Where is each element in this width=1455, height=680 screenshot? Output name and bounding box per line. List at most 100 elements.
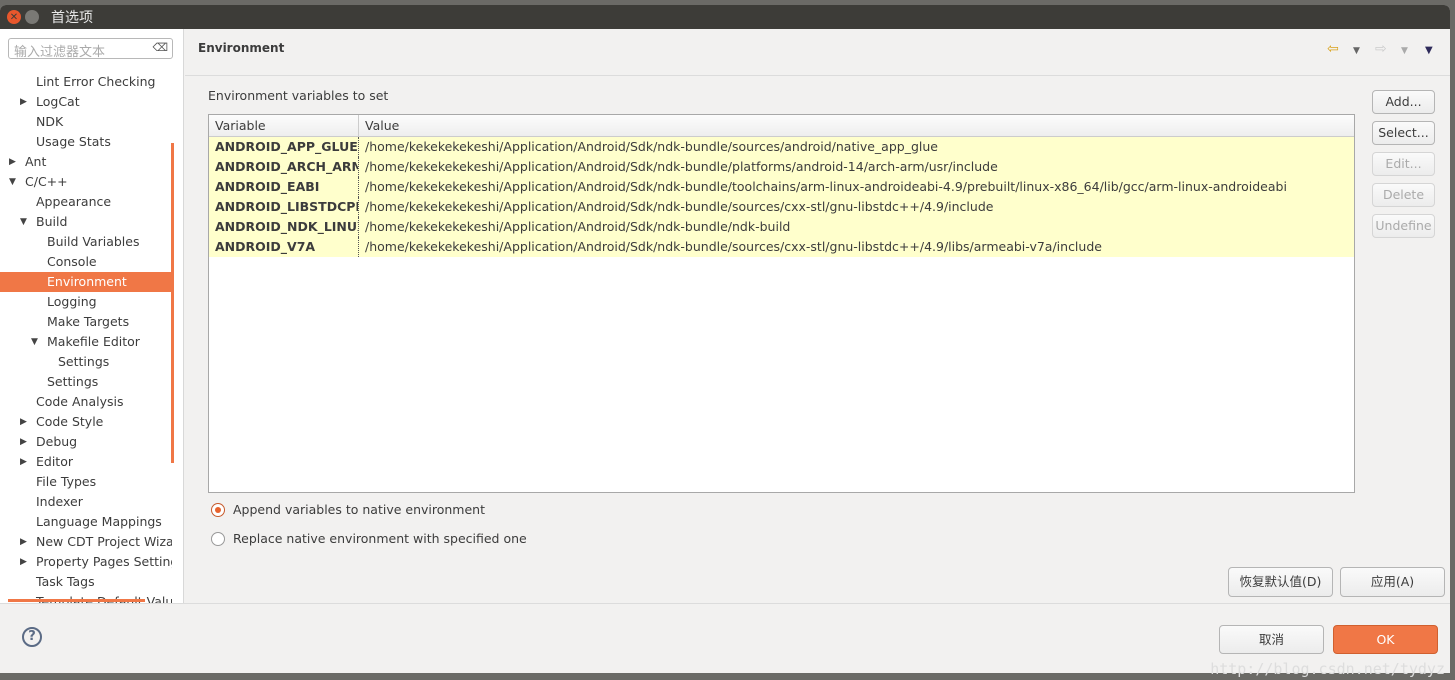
value-cell: /home/kekekekekeshi/Application/Android/… — [365, 219, 791, 234]
value-cell: /home/kekekekekeshi/Application/Android/… — [365, 199, 994, 214]
tree-item-label: Debug — [36, 434, 78, 449]
tree-item-label: File Types — [36, 474, 97, 489]
value-cell: /home/kekekekekeshi/Application/Android/… — [365, 139, 938, 154]
expand-arrow-icon[interactable]: ▼ — [9, 172, 16, 192]
tree-item-label: Lint Error Checking — [36, 74, 156, 89]
replace-radio-label: Replace native environment with specifie… — [233, 531, 527, 546]
tree-item-label: Build — [36, 214, 68, 229]
select-button[interactable]: Select... — [1372, 121, 1435, 145]
tree-item[interactable]: ▶ New CDT Project Wizard — [0, 532, 172, 552]
tree-item[interactable]: ▶ Debug — [0, 432, 172, 452]
table-row[interactable]: ANDROID_ARCH_ARM/home/kekekekekeshi/Appl… — [209, 157, 1354, 177]
replace-radio[interactable]: Replace native environment with specifie… — [211, 531, 527, 546]
collapse-arrow-icon[interactable]: ▶ — [20, 532, 27, 552]
collapse-arrow-icon[interactable]: ▶ — [20, 92, 27, 112]
variable-cell: ANDROID_NDK_LINUX — [209, 217, 359, 237]
tree-item-label: New CDT Project Wizard — [36, 534, 172, 549]
view-menu-icon[interactable]: ▼ — [1425, 45, 1433, 56]
tree-item-label: C/C++ — [25, 174, 68, 189]
collapse-arrow-icon[interactable]: ▶ — [9, 152, 16, 172]
tree-item[interactable]: Console — [0, 252, 172, 272]
horizontal-scrollbar[interactable] — [8, 599, 145, 602]
delete-button[interactable]: Delete — [1372, 183, 1435, 207]
ok-button[interactable]: OK — [1333, 625, 1438, 654]
preferences-dialog: ✕ 首选项 输入过滤器文本 ⌫ Lint Error Checking ▶ LogCa… — [0, 5, 1450, 673]
tree-item-label: Environment — [47, 274, 127, 289]
column-value[interactable]: Value — [359, 115, 405, 136]
forward-dropdown-icon[interactable]: ▼ — [1401, 46, 1408, 56]
tree-item[interactable]: Build Variables — [0, 232, 172, 252]
undefine-button[interactable]: Undefine — [1372, 214, 1435, 238]
collapse-arrow-icon[interactable]: ▶ — [20, 552, 27, 572]
tree-item[interactable]: Settings — [0, 372, 172, 392]
tree-item[interactable]: Appearance — [0, 192, 172, 212]
tree-item-label: Appearance — [36, 194, 112, 209]
tree-item[interactable]: Make Targets — [0, 312, 172, 332]
table-label: Environment variables to set — [208, 88, 389, 103]
tree-item-label: Usage Stats — [36, 134, 111, 149]
tree-item-label: Indexer — [36, 494, 83, 509]
table-row[interactable]: ANDROID_LIBSTDCPP/home/kekekekekeshi/App… — [209, 197, 1354, 217]
tree-item[interactable]: Settings — [0, 352, 172, 372]
tree-item[interactable]: ▶ Code Style — [0, 412, 172, 432]
table-row[interactable]: ANDROID_V7A/home/kekekekekeshi/Applicati… — [209, 237, 1354, 257]
collapse-arrow-icon[interactable]: ▶ — [20, 412, 27, 432]
apply-button[interactable]: 应用(A) — [1340, 567, 1445, 597]
table-row[interactable]: ANDROID_APP_GLUE/home/kekekekekeshi/Appl… — [209, 137, 1354, 157]
watermark: http://blog.csdn.net/tydyz — [1210, 660, 1445, 678]
clear-icon[interactable]: ⌫ — [152, 41, 168, 54]
tree-item[interactable]: Language Mappings — [0, 512, 172, 532]
radio-indicator[interactable] — [211, 531, 225, 546]
back-dropdown-icon[interactable]: ▼ — [1353, 46, 1360, 56]
filter-input[interactable]: 输入过滤器文本 ⌫ — [8, 38, 173, 60]
tree-item[interactable]: ▶ Property Pages Settings — [0, 552, 172, 572]
table-row[interactable]: ANDROID_NDK_LINUX/home/kekekekekeshi/App… — [209, 217, 1354, 237]
collapse-arrow-icon[interactable]: ▶ — [20, 432, 27, 452]
back-arrow-icon[interactable]: ⇦ — [1327, 41, 1339, 57]
forward-arrow-icon[interactable]: ⇨ — [1375, 41, 1387, 57]
tree-item[interactable]: ▼ C/C++ — [0, 172, 172, 192]
tree-item[interactable]: Environment — [0, 272, 172, 292]
title-bar: ✕ 首选项 — [0, 5, 1450, 29]
tree-item[interactable]: ▼ Build — [0, 212, 172, 232]
restore-defaults-button[interactable]: 恢复默认值(D) — [1228, 567, 1333, 597]
tree-item[interactable]: ▶ LogCat — [0, 92, 172, 112]
tree-item[interactable]: ▶ Ant — [0, 152, 172, 172]
tree-item[interactable]: Indexer — [0, 492, 172, 512]
edit-button[interactable]: Edit... — [1372, 152, 1435, 176]
tree-item-label: Task Tags — [36, 574, 95, 589]
variable-cell: ANDROID_ARCH_ARM — [209, 157, 359, 177]
minimize-icon[interactable] — [25, 10, 39, 24]
tree-item[interactable]: Logging — [0, 292, 172, 312]
value-cell: /home/kekekekekeshi/Application/Android/… — [365, 179, 1287, 194]
window-title: 首选项 — [51, 10, 93, 26]
cancel-button[interactable]: 取消 — [1219, 625, 1324, 654]
close-icon[interactable]: ✕ — [7, 10, 21, 24]
tree-item[interactable]: ▼ Makefile Editor — [0, 332, 172, 352]
collapse-arrow-icon[interactable]: ▶ — [20, 452, 27, 472]
tree-item[interactable]: ▶ Editor — [0, 452, 172, 472]
vertical-scrollbar[interactable] — [171, 143, 174, 463]
tree-item-label: Console — [47, 254, 97, 269]
tree-item-label: Makefile Editor — [47, 334, 140, 349]
variable-cell: ANDROID_APP_GLUE — [209, 137, 359, 157]
page-header: Environment ⇦ ▼ ⇨ ▼ ▼ — [185, 29, 1450, 76]
table-row[interactable]: ANDROID_EABI/home/kekekekekeshi/Applicat… — [209, 177, 1354, 197]
add-button[interactable]: Add... — [1372, 90, 1435, 114]
tree-item[interactable]: Lint Error Checking — [0, 72, 172, 92]
tree-item[interactable]: Code Analysis — [0, 392, 172, 412]
radio-indicator[interactable] — [211, 502, 225, 517]
tree-item-label: Property Pages Settings — [36, 554, 172, 569]
append-radio[interactable]: Append variables to native environment — [211, 502, 485, 517]
column-variable[interactable]: Variable — [209, 115, 359, 136]
tree-item[interactable]: Usage Stats — [0, 132, 172, 152]
expand-arrow-icon[interactable]: ▼ — [31, 332, 38, 352]
tree-item-label: Settings — [58, 354, 110, 369]
value-cell: /home/kekekekekeshi/Application/Android/… — [365, 239, 1102, 254]
help-icon[interactable]: ? — [22, 627, 42, 647]
table-header: Variable Value — [209, 115, 1354, 137]
tree-item[interactable]: NDK — [0, 112, 172, 132]
expand-arrow-icon[interactable]: ▼ — [20, 212, 27, 232]
tree-item[interactable]: File Types — [0, 472, 172, 492]
tree-item[interactable]: Task Tags — [0, 572, 172, 592]
